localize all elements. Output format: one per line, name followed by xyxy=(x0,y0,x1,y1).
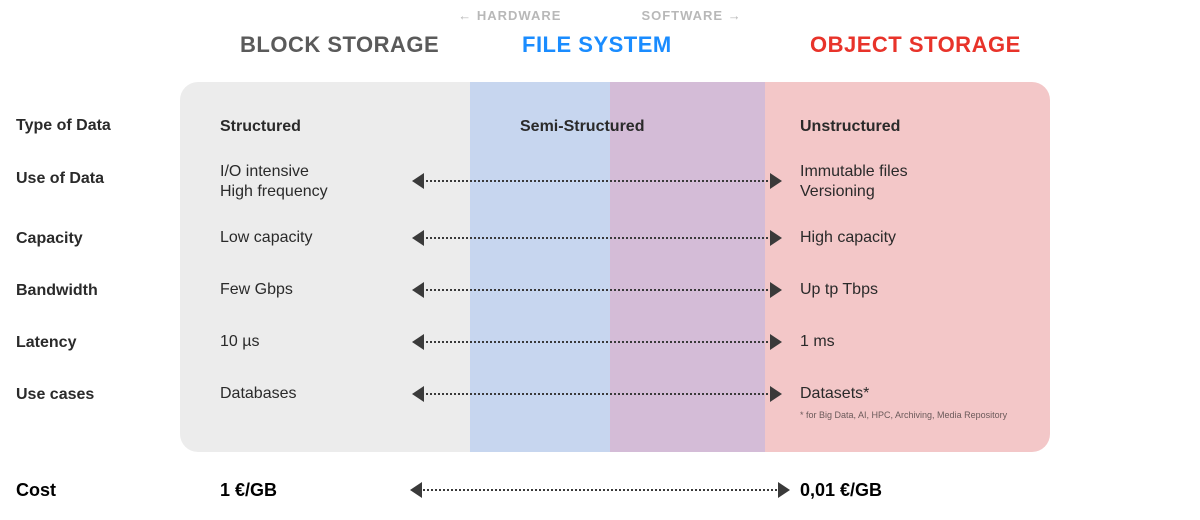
header-object-storage: OBJECT STORAGE xyxy=(810,32,1021,58)
capacity-right: High capacity xyxy=(800,228,1040,248)
column-headers: BLOCK STORAGE FILE SYSTEM OBJECT STORAGE xyxy=(0,32,1200,72)
type-right: Unstructured xyxy=(800,117,1040,137)
bandwidth-right: Up tp Tbps xyxy=(800,280,1040,300)
row-label-latency: Latency xyxy=(16,334,76,352)
cost-right: 0,01 €/GB xyxy=(800,480,882,501)
arrow-capacity xyxy=(412,231,782,245)
row-label-bandwidth: Bandwidth xyxy=(16,282,98,300)
arrow-latency xyxy=(412,335,782,349)
arrow-cases xyxy=(412,387,782,401)
comparison-panel: Structured Semi-Structured Unstructured … xyxy=(180,82,1050,452)
row-label-use: Use of Data xyxy=(16,170,104,188)
cases-right: Datasets* xyxy=(800,384,1040,404)
use-right: Immutable files Versioning xyxy=(800,162,1040,202)
latency-right: 1 ms xyxy=(800,332,1040,352)
row-label-usecases: Use cases xyxy=(16,386,94,404)
cases-footnote: * for Big Data, AI, HPC, Archiving, Medi… xyxy=(800,410,1007,420)
type-left: Structured xyxy=(220,117,450,137)
arrow-bandwidth xyxy=(412,283,782,297)
spectrum-labels: HARDWARE SOFTWARE xyxy=(0,8,1200,23)
row-label-cost: Cost xyxy=(16,480,56,501)
header-block-storage: BLOCK STORAGE xyxy=(240,32,439,58)
cost-left: 1 €/GB xyxy=(220,480,277,501)
row-label-capacity: Capacity xyxy=(16,230,83,248)
hardware-label: HARDWARE xyxy=(458,8,561,23)
type-mid: Semi-Structured xyxy=(520,117,720,137)
row-label-type: Type of Data xyxy=(16,117,111,135)
software-label: SOFTWARE xyxy=(641,8,741,23)
arrow-use xyxy=(412,174,782,188)
header-file-system: FILE SYSTEM xyxy=(522,32,672,58)
arrow-cost xyxy=(410,483,790,497)
